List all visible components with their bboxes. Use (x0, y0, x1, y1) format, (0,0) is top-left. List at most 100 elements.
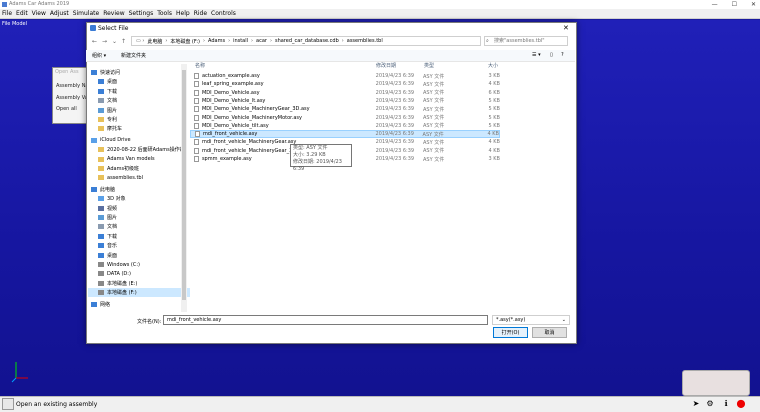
address-bar[interactable]: ▭ › 此电脑 › 本地磁盘 (F:) › Adams › install › acar… (131, 36, 481, 46)
sidebar-item[interactable]: 摩托车 (88, 124, 190, 133)
sidebar-item[interactable]: Adams初级班 (88, 164, 190, 173)
sidebar-item[interactable]: 网络 (88, 300, 183, 309)
file-size: 5 KB (488, 97, 500, 104)
file-row[interactable]: actuation_example.asy 2019/4/23 6:39 ASY 文… (190, 72, 500, 80)
file-list: actuation_example.asy 2019/4/23 6:39 ASY 文… (190, 72, 570, 172)
open-button[interactable]: 打开(O) (493, 327, 528, 338)
document-icon (98, 98, 104, 104)
open-all-checkbox-label[interactable]: Open all (56, 106, 77, 112)
breadcrumb-1[interactable]: 本地磁盘 (F:) (170, 38, 200, 45)
close-icon[interactable]: ✕ (751, 1, 756, 8)
sidebar-item[interactable]: Windows (C:) (88, 260, 190, 269)
column-date[interactable]: 修改日期 (376, 62, 396, 69)
status-tool-icon[interactable] (2, 398, 14, 410)
file-size: 4 KB (488, 81, 500, 88)
file-date: 2019/4/23 6:39 (375, 81, 415, 88)
sidebar-item[interactable]: 文档 (88, 222, 190, 231)
menu-view[interactable]: View (32, 10, 46, 17)
sidebar-item[interactable]: 文档 (88, 96, 190, 105)
filename-input[interactable]: mdi_front_vehicle.asy (163, 315, 488, 325)
menu-file[interactable]: File (2, 10, 12, 17)
sidebar-item[interactable]: 桌面 (88, 251, 190, 260)
menu-settings[interactable]: Settings (129, 10, 154, 17)
breadcrumb-5[interactable]: shared_car_database.cdb (275, 38, 339, 44)
view-options-icon[interactable]: ☰ ▾ (532, 52, 541, 58)
sidebar-item[interactable]: 桌面 (88, 77, 190, 86)
menu-edit[interactable]: Edit (16, 10, 28, 17)
preview-pane-icon[interactable]: ▯ (550, 52, 553, 58)
breadcrumb-6[interactable]: assemblies.tbl (347, 38, 383, 44)
breadcrumb-0[interactable]: 此电脑 (147, 38, 162, 45)
sidebar-scroll-thumb[interactable] (182, 70, 186, 300)
organize-button[interactable]: 组织 ▾ (92, 52, 106, 59)
dialog-close-icon[interactable]: ✕ (563, 24, 569, 32)
sidebar-item[interactable]: 专利 (88, 115, 190, 124)
sidebar-item[interactable]: iCloud Drive (88, 136, 183, 145)
picture-icon (98, 215, 104, 220)
file-row[interactable]: MDI_Demo_Vehicle_tilt.asy 2019/4/23 6:39 A… (190, 122, 500, 130)
breadcrumb-4[interactable]: acar (256, 38, 267, 44)
sidebar-item[interactable]: 图片 (88, 106, 190, 115)
sidebar-item[interactable]: 图片 (88, 213, 190, 222)
cube-icon (98, 196, 104, 202)
file-row[interactable]: MDI_Demo_Vehicle_lt.asy 2019/4/23 6:39 ASY… (190, 97, 500, 105)
sidebar-item-label: 2020-08-22 后面研Adams操作的 (107, 147, 185, 154)
search-input[interactable]: 搜索"assemblies.tbl" (484, 36, 568, 46)
cursor-icon[interactable]: ➤ (690, 398, 702, 409)
file-row[interactable]: MDI_Demo_Vehicle_MachineryGear_3D.asy 201… (190, 105, 500, 113)
menu-review[interactable]: Review (103, 10, 124, 17)
sidebar-item[interactable]: 下载 (88, 87, 190, 96)
file-row[interactable]: mdi_front_vehicle.asy 2019/4/23 6:39 ASY 文… (190, 130, 500, 139)
sidebar-item[interactable]: 本地磁盘 (E:) (88, 279, 190, 288)
sidebar-item[interactable]: 视频 (88, 204, 190, 213)
menu-adjust[interactable]: Adjust (50, 10, 69, 17)
sidebar-item[interactable]: DATA (D:) (88, 269, 190, 278)
recent-chevron-icon[interactable]: ⌄ (112, 38, 117, 45)
folder-icon (98, 166, 104, 171)
menu-tools[interactable]: Tools (157, 10, 172, 17)
file-row[interactable]: leaf_spring_example.asy 2019/4/23 6:39 ASY… (190, 80, 500, 88)
help-icon[interactable]: ? (561, 52, 564, 58)
forward-icon[interactable]: → (102, 38, 107, 45)
sidebar-item[interactable]: 3D 对象 (88, 194, 190, 203)
app-titlebar (0, 0, 760, 9)
new-folder-button[interactable]: 新建文件夹 (121, 52, 146, 59)
sidebar-item[interactable]: 下载 (88, 232, 190, 241)
minimize-icon[interactable]: — (712, 1, 718, 8)
info-icon[interactable]: ℹ (720, 398, 732, 409)
app-title: Adams Car Adams 2019 (9, 1, 70, 7)
sidebar-item[interactable]: assemblies.tbl (88, 173, 190, 182)
sidebar-item[interactable]: 音乐 (88, 241, 190, 250)
sidebar-item[interactable]: 此电脑 (88, 185, 183, 194)
tooltip-date: 修改日期: 2019/4/23 6:39 (293, 159, 342, 172)
menu-ride[interactable]: Ride (194, 10, 207, 17)
computer-icon (91, 186, 97, 192)
file-row[interactable]: MDI_Demo_Vehicle_MachineryMotor.asy 2019/… (190, 114, 500, 122)
column-name[interactable]: 名称 (195, 62, 205, 69)
stop-icon[interactable]: ⬤ (735, 398, 747, 409)
assembly-name-label: Assembly Na (56, 83, 89, 89)
sidebar-item[interactable]: 2020-08-22 后面研Adams操作的 (88, 145, 190, 154)
window-controls: — ☐ ✕ (712, 0, 756, 9)
sidebar-item[interactable]: 快速访问 (88, 68, 183, 77)
menu-controls[interactable]: Controls (211, 10, 236, 17)
sidebar-item[interactable]: 本地磁盘 (F:) (88, 288, 190, 298)
up-icon[interactable]: ↑ (121, 38, 126, 45)
cancel-button[interactable]: 取消 (532, 327, 567, 338)
breadcrumb-3[interactable]: install (233, 38, 248, 44)
network-icon[interactable]: ⚙ (704, 398, 716, 409)
filetype-select[interactable]: *.asy(*.asy) ⌄ (492, 315, 570, 325)
back-icon[interactable]: ← (92, 38, 97, 45)
sidebar-item[interactable]: Adams Van models (88, 155, 190, 164)
maximize-icon[interactable]: ☐ (732, 1, 737, 8)
file-row[interactable]: MDI_Demo_Vehicle.asy 2019/4/23 6:39 ASY 文件… (190, 89, 500, 97)
file-type: ASY 文件 (423, 73, 445, 80)
sidebar-item-label: 音乐 (107, 243, 118, 250)
column-size[interactable]: 大小 (488, 62, 498, 69)
menu-help[interactable]: Help (176, 10, 190, 17)
menu-simulate[interactable]: Simulate (73, 10, 100, 17)
file-tooltip: 类型: ASY 文件 大小: 3.29 KB 修改日期: 2019/4/23 6… (290, 144, 352, 172)
sidebar-item-label: 本地磁盘 (F:) (107, 290, 137, 297)
column-type[interactable]: 类型 (424, 62, 434, 69)
breadcrumb-2[interactable]: Adams (208, 38, 225, 44)
